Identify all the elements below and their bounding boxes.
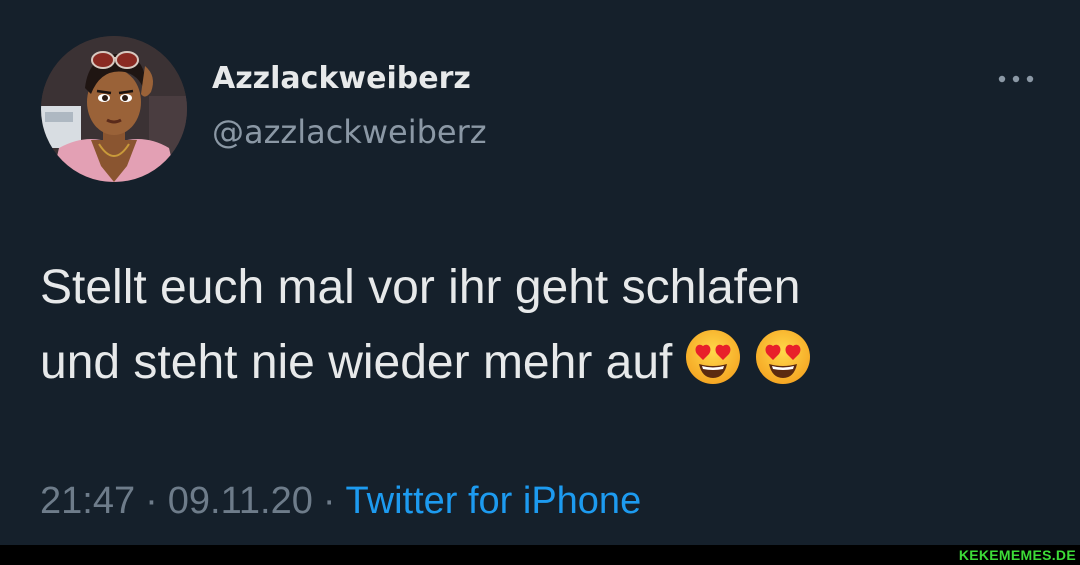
tweet-card: Azzlackweiberz @azzlackweiberz Stellt eu… [0,0,1080,545]
separator-dot: · [145,480,158,522]
more-horizontal-icon [998,75,1034,83]
tweet-time[interactable]: 21:47 [40,480,135,522]
tweet-text: Stellt euch mal vor ihr geht schlafen un… [40,250,1020,408]
tweet-text-content: und steht nie wieder mehr auf [40,336,673,389]
more-options-button[interactable] [988,64,1044,94]
heart-eyes-emoji-icon [684,328,742,408]
tweet-text-line: und steht nie wieder mehr auf [40,325,1020,408]
display-name[interactable]: Azzlackweiberz [212,57,471,101]
heart-eyes-emoji-icon [754,328,812,408]
separator-dot: · [322,480,336,522]
tweet-date[interactable]: 09.11.20 [168,480,313,522]
tweet-source-link[interactable]: Twitter for iPhone [346,480,642,522]
tweet-text-line: Stellt euch mal vor ihr geht schlafen [40,261,801,314]
avatar-illustration [41,36,187,182]
site-watermark: KEKEMEMES.DE [958,547,1076,563]
avatar[interactable] [41,36,187,182]
user-handle[interactable]: @azzlackweiberz [212,108,487,156]
bottom-strip [0,545,1080,565]
tweet-metadata: 21:47 · 09.11.20 · Twitter for iPhone [40,476,641,526]
